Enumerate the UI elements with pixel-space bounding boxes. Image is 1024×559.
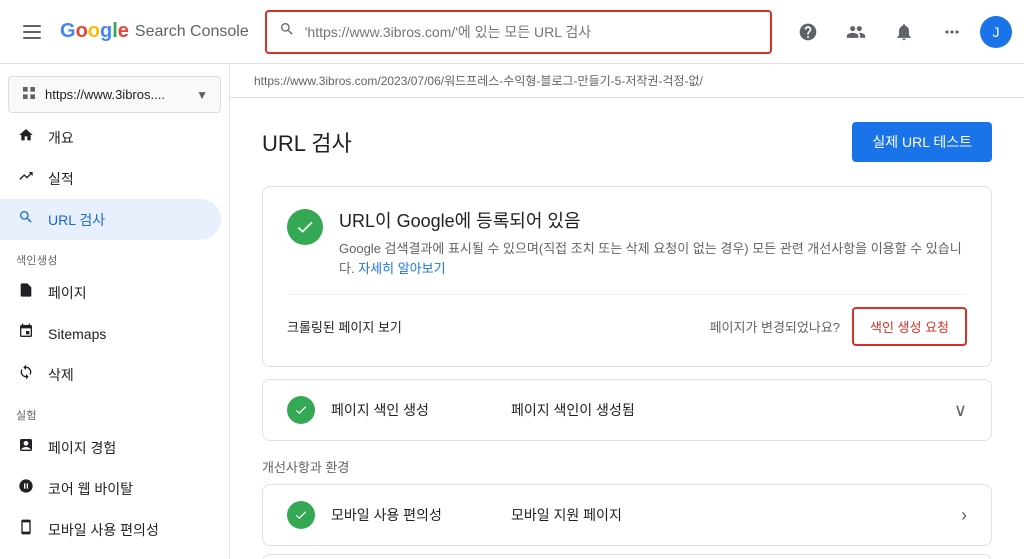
indexing-row[interactable]: 페이지 색인 생성 페이지 색인이 생성됨 ∨ <box>262 379 992 441</box>
page-header: URL 검사 실제 URL 테스트 <box>262 122 992 162</box>
search-input[interactable] <box>305 24 758 40</box>
app-header: Google Search Console J <box>0 0 1024 64</box>
sidebar-item-url-inspection[interactable]: URL 검사 <box>0 199 221 240</box>
app-title: Search Console <box>135 23 249 41</box>
sitemaps-icon <box>16 323 36 344</box>
sidebar-item-label: 실적 <box>48 169 74 189</box>
sidebar-item-removal[interactable]: 삭제 <box>0 354 221 395</box>
sidebar-item-label: 페이지 경험 <box>48 438 116 458</box>
sidebar-item-overview[interactable]: 개요 <box>0 117 221 158</box>
sidebar-item-label: URL 검사 <box>48 210 105 230</box>
learn-more-link[interactable]: 자세히 알아보기 <box>358 261 445 276</box>
mobile-usability-row[interactable]: 모바일 사용 편의성 모바일 지원 페이지 › <box>262 484 992 546</box>
sidebar-item-sitemaps[interactable]: Sitemaps <box>0 313 221 354</box>
site-caret-icon: ▼ <box>196 88 208 102</box>
avatar[interactable]: J <box>980 16 1012 48</box>
test-url-button[interactable]: 실제 URL 테스트 <box>852 122 992 162</box>
status-title: URL이 Google에 등록되어 있음 <box>339 207 967 233</box>
mobile-value: 모바일 지원 페이지 <box>511 505 961 525</box>
crawl-link[interactable]: 크롤링된 페이지 보기 <box>287 317 402 336</box>
search-nav-icon <box>16 209 36 230</box>
mobile-label: 모바일 사용 편의성 <box>331 505 511 525</box>
help-button[interactable] <box>788 12 828 52</box>
accounts-button[interactable] <box>836 12 876 52</box>
status-card: URL이 Google에 등록되어 있음 Google 검색결과에 표시될 수 … <box>262 186 992 367</box>
google-logo: Google Search Console <box>60 20 249 43</box>
section-experience-label: 실험 <box>0 395 229 427</box>
main-content: https://www.3ibros.com/2023/07/06/워드프레스-… <box>230 64 1024 559</box>
sidebar-item-label: 페이지 <box>48 283 87 303</box>
home-icon <box>16 127 36 148</box>
indexing-check-icon <box>287 396 315 424</box>
improvements-section-label: 개선사항과 환경 <box>262 457 992 476</box>
sidebar-item-label: 코어 웹 바이탈 <box>48 479 133 499</box>
sidebar-item-core-web-vitals[interactable]: 코어 웹 바이탈 <box>0 468 221 509</box>
header-actions: J <box>788 12 1012 52</box>
mobile-icon <box>16 519 36 540</box>
chevron-right-icon: › <box>961 505 967 526</box>
sidebar-item-performance[interactable]: 실적 <box>0 158 221 199</box>
indexing-value: 페이지 색인이 생성됨 <box>511 400 954 420</box>
core-web-vitals-icon <box>16 478 36 499</box>
status-check-icon <box>287 209 323 245</box>
app-body: https://www.3ibros.... ▼ 개요 실적 URL 검사 색인… <box>0 64 1024 559</box>
hamburger-button[interactable] <box>12 12 52 52</box>
site-label: https://www.3ibros.... <box>45 87 188 102</box>
status-footer-right: 페이지가 변경되었나요? 색인 생성 요청 <box>710 307 967 346</box>
sidebar-item-pages[interactable]: 페이지 <box>0 272 221 313</box>
site-icon <box>21 85 37 104</box>
search-icon <box>279 21 295 42</box>
performance-icon <box>16 168 36 189</box>
removal-icon <box>16 364 36 385</box>
page-experience-icon <box>16 437 36 458</box>
sidebar-item-mobile-usability[interactable]: 모바일 사용 편의성 <box>0 509 221 550</box>
content-area: URL 검사 실제 URL 테스트 URL이 Google에 등록되어 있음 G… <box>230 98 1024 559</box>
sidebar-item-label: 개요 <box>48 128 74 148</box>
header-left: Google Search Console <box>12 12 249 52</box>
indexing-label: 페이지 색인 생성 <box>331 400 511 420</box>
sidebar-item-page-experience[interactable]: 페이지 경험 <box>0 427 221 468</box>
changed-text: 페이지가 변경되었나요? <box>710 317 840 336</box>
sidebar-item-label: Sitemaps <box>48 326 106 342</box>
site-selector[interactable]: https://www.3ibros.... ▼ <box>8 76 221 113</box>
breadcrumbs-row[interactable]: 탐색경로 유효한 항목 1개 감지됨 › <box>262 554 992 559</box>
page-title: URL 검사 <box>262 126 352 158</box>
status-description: Google 검색결과에 표시될 수 있으며(직접 조치 또는 삭제 요청이 없… <box>339 239 967 278</box>
section-indexing-label: 색인생성 <box>0 240 229 272</box>
search-bar[interactable] <box>265 10 772 54</box>
status-header: URL이 Google에 등록되어 있음 Google 검색결과에 표시될 수 … <box>287 207 967 278</box>
mobile-check-icon <box>287 501 315 529</box>
status-content: URL이 Google에 등록되어 있음 Google 검색결과에 표시될 수 … <box>339 207 967 278</box>
index-request-button[interactable]: 색인 생성 요청 <box>852 307 967 346</box>
breadcrumb: https://www.3ibros.com/2023/07/06/워드프레스-… <box>230 64 1024 98</box>
chevron-down-icon: ∨ <box>954 400 967 421</box>
notifications-button[interactable] <box>884 12 924 52</box>
sidebar-item-label: 삭제 <box>48 365 74 385</box>
status-footer: 크롤링된 페이지 보기 페이지가 변경되었나요? 색인 생성 요청 <box>287 294 967 346</box>
apps-button[interactable] <box>932 12 972 52</box>
section-enhancements-label: 개선사항 <box>0 550 229 559</box>
sidebar-item-label: 모바일 사용 편의성 <box>48 520 159 540</box>
pages-icon <box>16 282 36 303</box>
sidebar: https://www.3ibros.... ▼ 개요 실적 URL 검사 색인… <box>0 64 230 559</box>
